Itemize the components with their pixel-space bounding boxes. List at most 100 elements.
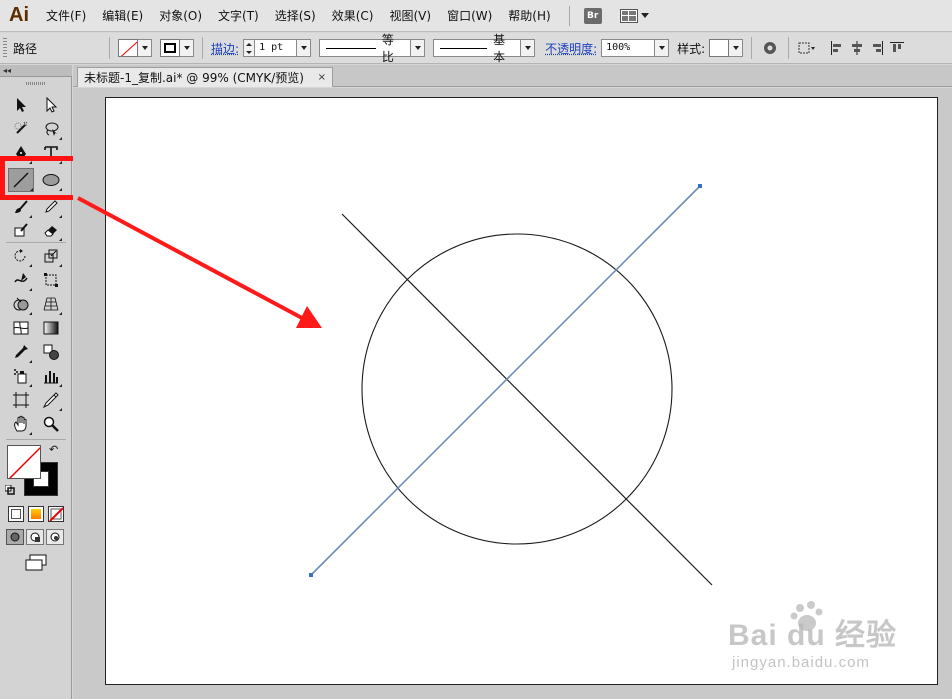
perspective-grid-tool[interactable] [40, 293, 62, 315]
shape-builder-icon [13, 297, 29, 311]
line-preview-icon [326, 47, 376, 49]
direct-selection-tool[interactable] [40, 94, 62, 116]
align-left-icon [831, 41, 842, 55]
artboard-tool[interactable] [10, 389, 32, 411]
stroke-color-swatch[interactable] [160, 39, 181, 57]
menu-help[interactable]: 帮助(H) [500, 0, 558, 32]
brush-label: 基本 [493, 33, 506, 64]
swap-fill-stroke-icon[interactable]: ↶ [49, 443, 58, 456]
screen-mode-button[interactable] [24, 554, 48, 572]
eyedropper-icon [15, 345, 28, 358]
menu-edit[interactable]: 编辑(E) [94, 0, 151, 32]
brush-dropdown[interactable] [521, 39, 536, 57]
workspace-switcher-button[interactable] [619, 8, 649, 23]
column-graph-tool[interactable] [40, 365, 62, 387]
align-top-icon [890, 42, 905, 52]
symbol-sprayer-icon [14, 369, 27, 384]
tools-panel-collapse[interactable]: ◂◂ [0, 65, 72, 77]
draw-inside-button[interactable] [46, 529, 64, 545]
menu-window[interactable]: 窗口(W) [439, 0, 500, 32]
eraser-tool[interactable] [40, 219, 62, 241]
opacity-input[interactable]: 100% [601, 39, 656, 57]
none-color-icon [8, 446, 40, 478]
opacity-dropdown[interactable] [655, 39, 670, 57]
stroke-icon [164, 43, 177, 53]
zoom-tool[interactable] [40, 413, 62, 435]
document-tab[interactable]: 未标题-1_复制.ai* @ 99% (CMYK/预览) × [77, 67, 333, 87]
hand-tool[interactable] [10, 413, 32, 435]
draw-normal-button[interactable] [6, 529, 24, 545]
mesh-tool[interactable] [10, 317, 32, 339]
chevron-down-icon [640, 13, 649, 18]
align-left-button[interactable] [827, 38, 847, 58]
control-bar-grip[interactable] [3, 38, 7, 58]
free-transform-tool[interactable] [40, 269, 62, 291]
warp-tool[interactable] [10, 269, 32, 291]
direct-selection-tool-icon [46, 97, 58, 113]
lasso-tool[interactable] [40, 118, 62, 140]
fill-swatch[interactable] [7, 445, 41, 479]
line-preview-icon [440, 47, 488, 49]
profile-dropdown[interactable] [411, 39, 426, 57]
align-center-button[interactable] [847, 38, 867, 58]
slice-tool[interactable] [40, 389, 62, 411]
selection-tool[interactable] [10, 94, 32, 116]
gradient-mode-button[interactable] [28, 506, 44, 522]
symbol-sprayer-tool[interactable] [10, 365, 32, 387]
fill-color-dropdown[interactable] [138, 39, 153, 57]
eraser-icon [44, 226, 57, 237]
menu-view[interactable]: 视图(V) [381, 0, 439, 32]
rotate-tool[interactable] [10, 245, 32, 267]
magic-wand-tool[interactable] [10, 118, 32, 140]
menu-type[interactable]: 文字(T) [210, 0, 267, 32]
align-top-button[interactable] [887, 38, 907, 58]
bridge-button[interactable]: Br [583, 7, 602, 24]
eyedropper-tool[interactable] [10, 341, 32, 363]
document-tab-bar: 未标题-1_复制.ai* @ 99% (CMYK/预览) × [73, 65, 952, 87]
divider [788, 37, 790, 59]
menu-select[interactable]: 选择(S) [267, 0, 324, 32]
draw-normal-icon [10, 532, 20, 542]
graphic-style-swatch[interactable] [709, 39, 730, 57]
style-label: 样式: [677, 41, 706, 56]
close-icon[interactable]: × [318, 72, 326, 83]
menu-object[interactable]: 对象(O) [151, 0, 210, 32]
stroke-panel-link[interactable]: 描边: [211, 40, 239, 57]
selection-type-label: 路径 [13, 41, 38, 56]
none-mode-button[interactable] [48, 506, 64, 522]
stroke-weight-input[interactable]: 1 pt [255, 39, 298, 57]
gradient-icon [43, 321, 59, 335]
menu-file[interactable]: 文件(F) [38, 0, 94, 32]
graphic-style-dropdown[interactable] [729, 39, 744, 57]
stroke-color-dropdown[interactable] [180, 39, 195, 57]
color-mode-button[interactable] [8, 506, 24, 522]
tools-panel-grip[interactable] [26, 82, 46, 85]
scale-icon [44, 249, 58, 263]
zoom-icon [43, 416, 59, 432]
variable-width-profile[interactable]: 等比 [319, 33, 412, 64]
align-right-button[interactable] [867, 38, 887, 58]
scale-tool[interactable] [40, 245, 62, 267]
paintbrush-icon [15, 200, 28, 213]
stroke-weight-stepper[interactable] [243, 39, 256, 57]
menu-effect[interactable]: 效果(C) [324, 0, 382, 32]
arrow-up-icon [246, 42, 253, 46]
select-similar-icon [798, 42, 816, 54]
rotate-icon [14, 249, 26, 262]
blob-brush-tool[interactable] [10, 219, 32, 241]
tool-highlight-box [0, 156, 78, 200]
fill-color-swatch[interactable] [118, 39, 139, 57]
shape-builder-tool[interactable] [10, 293, 32, 315]
brush-definition[interactable]: 基本 [433, 33, 522, 64]
gradient-tool[interactable] [40, 317, 62, 339]
opacity-panel-link[interactable]: 不透明度: [545, 40, 597, 57]
stroke-weight-dropdown[interactable] [297, 39, 312, 57]
default-fill-stroke-icon[interactable] [4, 484, 15, 495]
artboard[interactable] [105, 97, 938, 685]
draw-behind-button[interactable] [26, 529, 44, 545]
document-tab-title: 未标题-1_复制.ai* @ 99% (CMYK/预览) [84, 71, 304, 85]
select-similar-button[interactable] [797, 38, 817, 58]
divider [6, 439, 66, 440]
blend-tool[interactable] [40, 341, 62, 363]
recolor-artwork-button[interactable] [760, 38, 780, 58]
